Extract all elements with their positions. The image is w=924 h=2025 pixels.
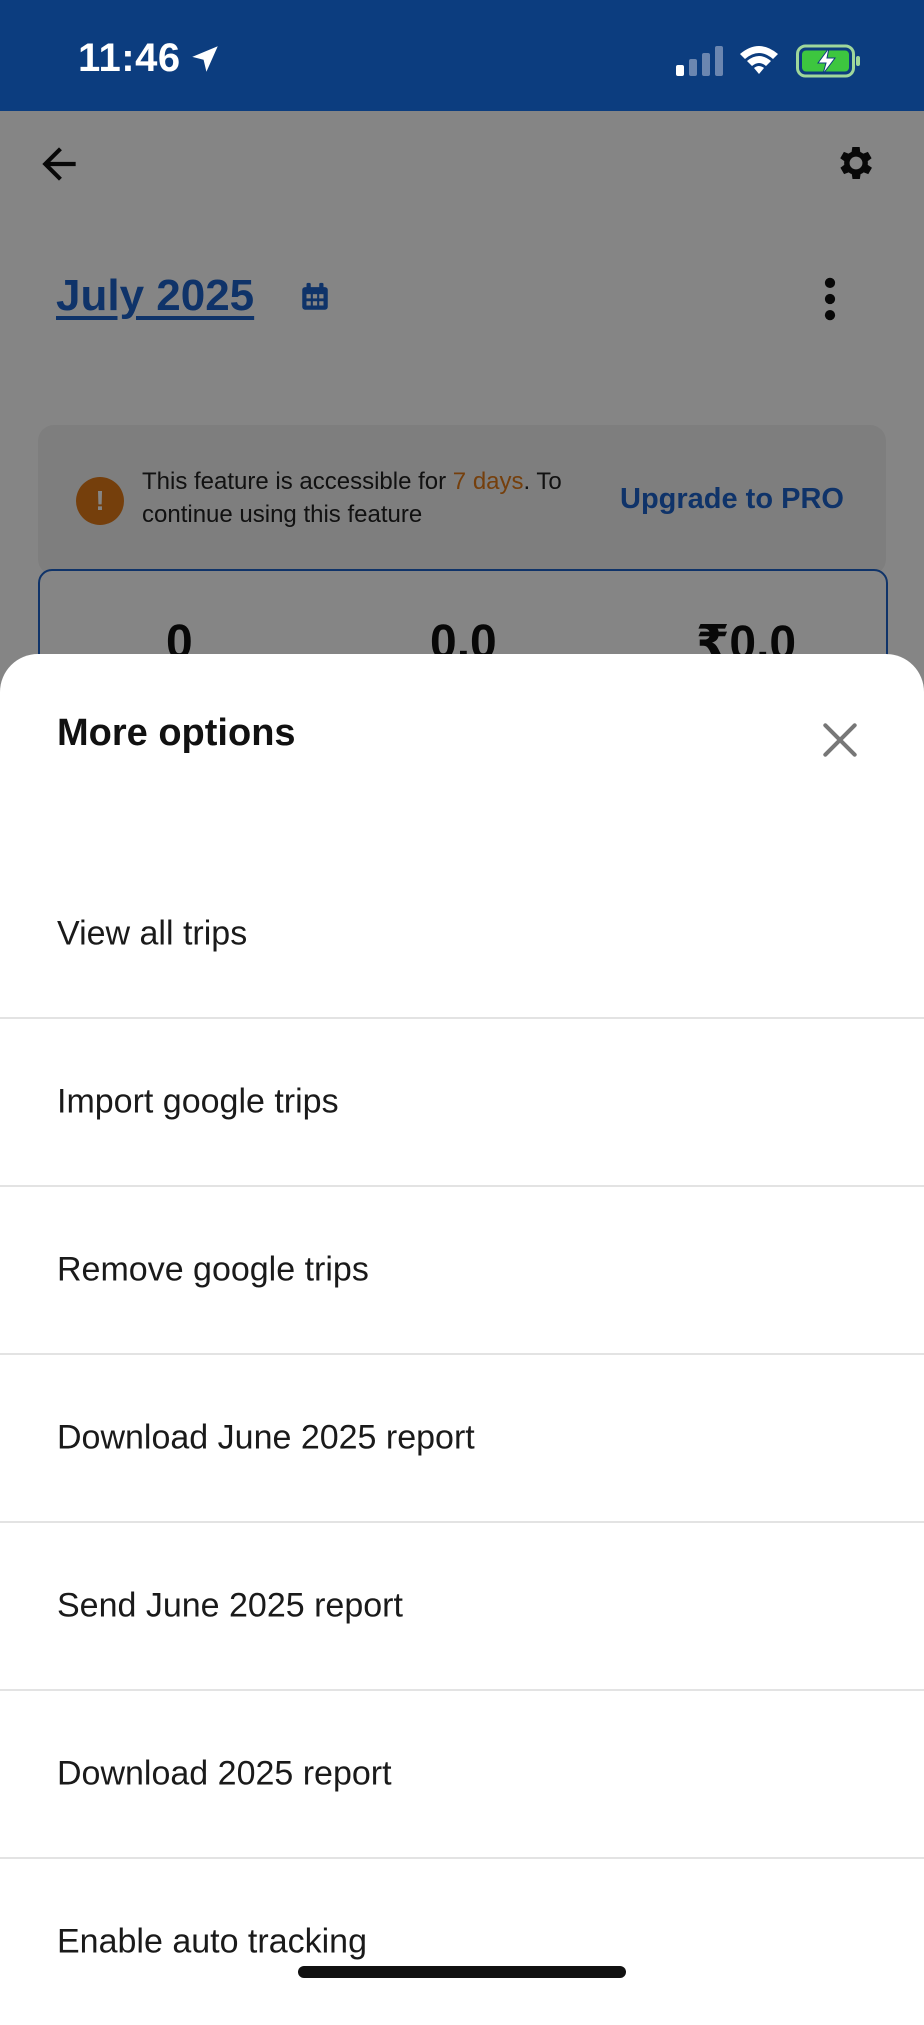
- battery-charging-icon: [796, 44, 860, 78]
- wifi-icon: [740, 46, 778, 74]
- location-arrow-icon: [192, 46, 218, 72]
- home-indicator: [298, 1966, 626, 1978]
- option-remove-google-trips[interactable]: Remove google trips: [0, 1187, 924, 1355]
- option-label: Download 2025 report: [57, 1754, 392, 1793]
- sheet-title: More options: [57, 712, 296, 754]
- option-download-year-report[interactable]: Download 2025 report: [0, 1691, 924, 1859]
- cellular-signal-icon: [676, 46, 723, 76]
- option-label: Import google trips: [57, 1082, 339, 1121]
- option-label: Remove google trips: [57, 1250, 369, 1289]
- option-label: Enable auto tracking: [57, 1922, 367, 1961]
- option-label: Download June 2025 report: [57, 1418, 475, 1457]
- option-label: View all trips: [57, 914, 248, 953]
- option-send-month-report[interactable]: Send June 2025 report: [0, 1523, 924, 1691]
- status-time: 11:46: [78, 36, 181, 80]
- close-icon[interactable]: [818, 718, 862, 762]
- option-label: Send June 2025 report: [57, 1586, 403, 1625]
- option-import-google-trips[interactable]: Import google trips: [0, 1019, 924, 1187]
- option-view-all-trips[interactable]: View all trips: [0, 851, 924, 1019]
- options-list: View all trips Import google trips Remov…: [0, 851, 924, 2025]
- more-options-sheet: More options View all trips Import googl…: [0, 654, 924, 1999]
- option-enable-auto-tracking[interactable]: Enable auto tracking: [0, 1859, 924, 2025]
- option-download-month-report[interactable]: Download June 2025 report: [0, 1355, 924, 1523]
- status-bar: 11:46: [0, 0, 924, 111]
